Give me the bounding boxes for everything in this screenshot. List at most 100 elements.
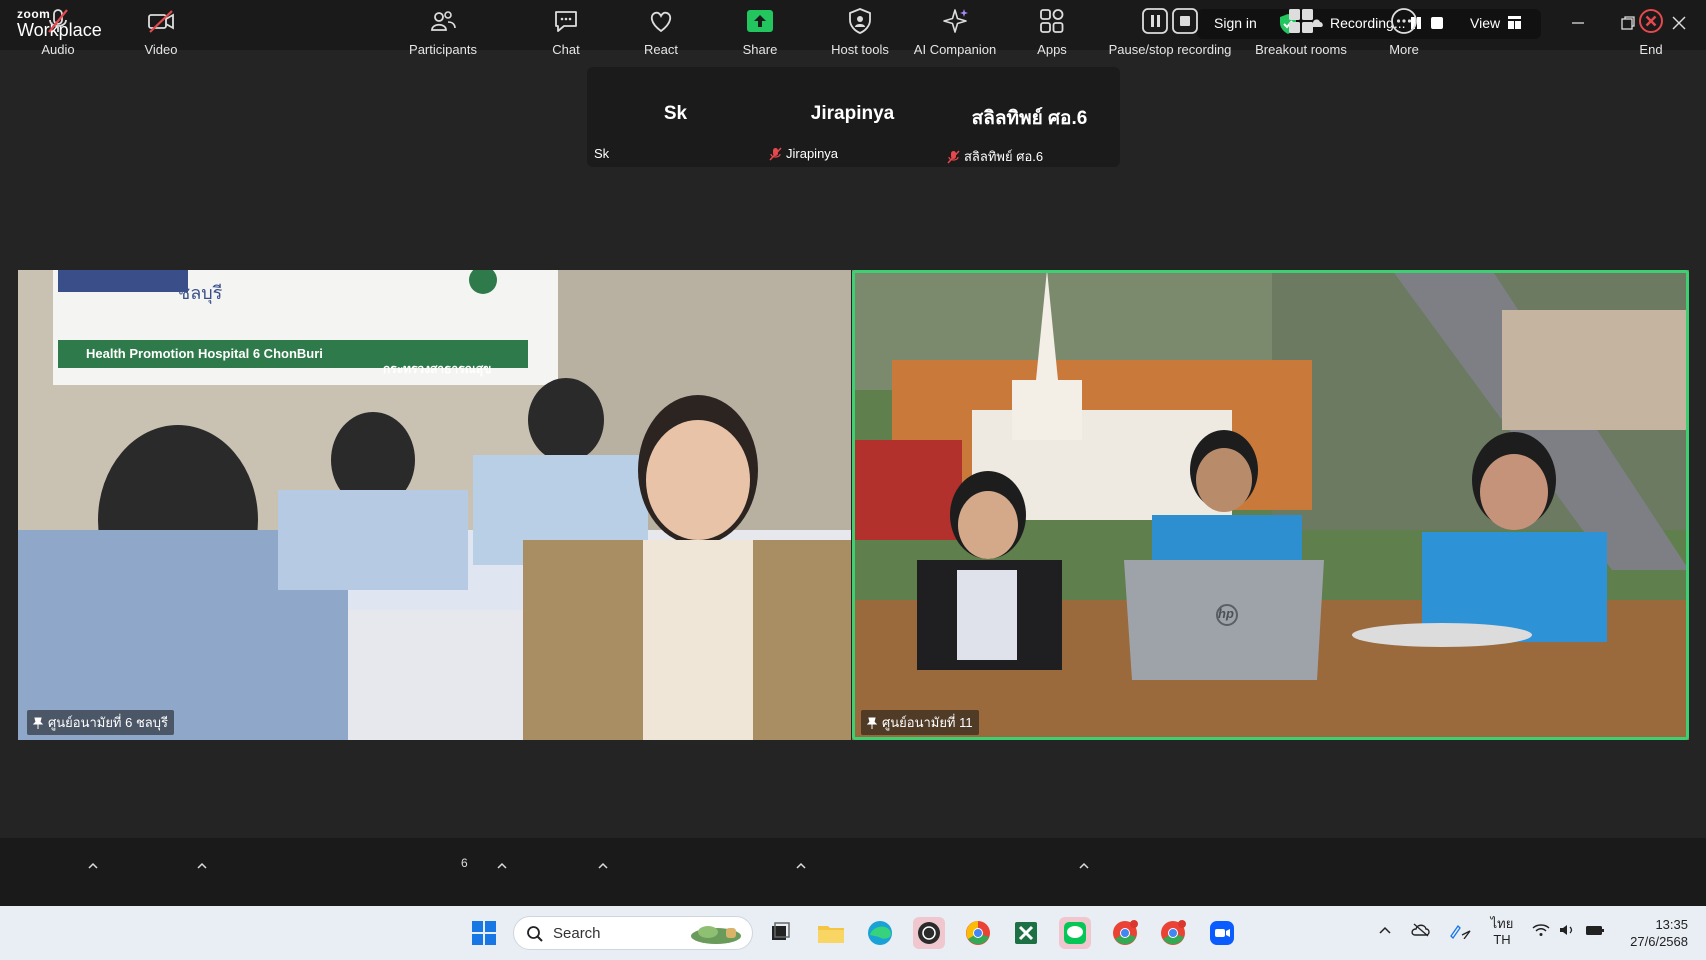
windows-start-icon[interactable] bbox=[468, 917, 500, 949]
more-icon bbox=[1391, 8, 1417, 34]
gallery-view-icon[interactable] bbox=[1508, 16, 1521, 29]
breakout-rooms-label: Breakout rooms bbox=[1255, 42, 1347, 57]
participant-name-label: Sk bbox=[594, 146, 609, 161]
search-icon bbox=[527, 926, 543, 942]
participant-name-label: สลิลทิพย์ ศอ.6 bbox=[947, 146, 1043, 167]
end-label: End bbox=[1639, 42, 1663, 57]
banner-right-text: กระทรวงสาธารณสุข bbox=[383, 362, 492, 376]
end-meeting-icon bbox=[1639, 9, 1663, 33]
chat-button[interactable]: Chat bbox=[546, 2, 586, 66]
video-name-label: ศูนย์อนามัยที่ 6 ชลบุรี bbox=[27, 710, 174, 735]
chat-bubble-icon bbox=[555, 11, 577, 32]
host-tools-label: Host tools bbox=[831, 42, 889, 57]
pause-stop-recording-icon bbox=[1142, 8, 1198, 34]
more-label: More bbox=[1389, 42, 1419, 57]
video-label-text: ศูนย์อนามัยที่ 11 bbox=[882, 715, 973, 730]
participant-strip: Sk Sk Jirapinya สลิลทิพย์ ศอ.6 Jirapinya… bbox=[587, 67, 1120, 167]
audio-label: Audio bbox=[41, 42, 75, 57]
chrome-profile-icon[interactable] bbox=[1109, 917, 1141, 949]
react-label: React bbox=[644, 42, 678, 57]
aerial-temple-background-video bbox=[852, 270, 1689, 740]
file-explorer-icon[interactable] bbox=[815, 917, 847, 949]
participant-display-name: สลิลทิพย์ ศอ.6 bbox=[971, 108, 1088, 129]
share-label: Share bbox=[742, 42, 778, 57]
participants-count: 6 bbox=[461, 856, 468, 870]
video-label: Video bbox=[144, 42, 178, 57]
react-button[interactable]: React bbox=[641, 2, 681, 66]
audio-button[interactable]: Audio bbox=[38, 2, 78, 66]
share-screen-icon bbox=[747, 10, 773, 32]
obs-app-icon[interactable] bbox=[913, 917, 945, 949]
banner-title: Health Promotion Hospital 6 ChonBuri bbox=[86, 346, 323, 361]
excel-icon[interactable] bbox=[1010, 917, 1042, 949]
pause-stop-recording-button[interactable]: Pause/stop recording bbox=[1100, 2, 1240, 66]
share-options-chevron-icon[interactable] bbox=[795, 858, 807, 869]
host-tools-shield-icon bbox=[849, 8, 871, 34]
search-highlight-decoration-icon bbox=[691, 926, 741, 944]
zoom-app-icon[interactable] bbox=[1206, 917, 1238, 949]
line-app-icon[interactable] bbox=[1059, 917, 1091, 949]
onedrive-icon[interactable] bbox=[1411, 923, 1431, 940]
muted-mic-icon bbox=[947, 149, 960, 164]
participant-name-label: Jirapinya bbox=[769, 146, 838, 161]
apps-label: Apps bbox=[1037, 42, 1067, 57]
meeting-toolbar bbox=[0, 838, 1706, 906]
chat-options-chevron-icon[interactable] bbox=[597, 858, 609, 869]
stop-recording-icon[interactable] bbox=[1430, 16, 1444, 30]
pin-icon bbox=[867, 717, 877, 729]
host-tools-button[interactable]: Host tools bbox=[824, 2, 896, 66]
battery-icon[interactable] bbox=[1585, 923, 1605, 940]
minimize-window-icon[interactable] bbox=[1567, 12, 1589, 34]
pause-stop-recording-label: Pause/stop recording bbox=[1108, 42, 1232, 57]
taskbar-search[interactable]: Search bbox=[513, 916, 753, 950]
participants-options-chevron-icon[interactable] bbox=[496, 858, 508, 869]
windows-taskbar: Search ไทย TH 13:35 27/6/2568 bbox=[0, 906, 1706, 960]
breakout-rooms-button[interactable]: Breakout rooms bbox=[1250, 2, 1352, 66]
view-button[interactable]: View bbox=[1470, 15, 1500, 31]
language-script-label: ไทย bbox=[1490, 916, 1514, 931]
apps-options-chevron-icon[interactable] bbox=[1078, 858, 1090, 869]
pen-input-icon[interactable] bbox=[1448, 923, 1472, 942]
video-options-chevron-icon[interactable] bbox=[196, 858, 208, 869]
video-tile-right[interactable]: hp ศูนย์อนามัยที่ 11 bbox=[852, 270, 1689, 740]
more-button[interactable]: More bbox=[1384, 2, 1424, 66]
participant-display-name: Sk bbox=[663, 103, 688, 124]
audio-options-chevron-icon[interactable] bbox=[87, 858, 99, 869]
input-language-indicator[interactable]: ไทย TH bbox=[1490, 916, 1514, 948]
wifi-icon[interactable] bbox=[1532, 923, 1550, 940]
share-button[interactable]: Share bbox=[740, 2, 780, 66]
task-view-icon[interactable] bbox=[764, 917, 796, 949]
chat-label: Chat bbox=[552, 42, 580, 57]
clock-date: 27/6/2568 bbox=[1630, 934, 1688, 949]
show-hidden-icons-chevron-icon[interactable] bbox=[1378, 923, 1392, 938]
clock-time: 13:35 bbox=[1655, 917, 1688, 932]
language-code-label: TH bbox=[1493, 932, 1511, 947]
participant-label-text: Sk bbox=[594, 146, 610, 161]
system-clock[interactable]: 13:35 27/6/2568 bbox=[1624, 916, 1688, 950]
ai-companion-button[interactable]: AI Companion bbox=[910, 2, 1000, 66]
pin-icon bbox=[33, 717, 43, 729]
breakout-rooms-icon bbox=[1289, 9, 1313, 33]
laptop-logo-text: hp bbox=[1218, 606, 1234, 621]
participants-button[interactable]: Participants bbox=[405, 2, 481, 66]
muted-mic-icon bbox=[769, 146, 782, 161]
close-window-icon[interactable] bbox=[1668, 12, 1690, 34]
muted-microphone-icon bbox=[48, 9, 68, 33]
participant-tile[interactable]: Sk Sk bbox=[587, 67, 764, 167]
banner-top-text: ชลบุรี bbox=[178, 283, 223, 303]
volume-icon[interactable] bbox=[1558, 923, 1576, 940]
video-tile-left[interactable]: Health Promotion Hospital 6 ChonBuri กระ… bbox=[18, 270, 851, 740]
apps-icon bbox=[1040, 9, 1064, 33]
end-meeting-button[interactable]: End bbox=[1631, 2, 1671, 66]
chrome-profile-icon[interactable] bbox=[1157, 917, 1189, 949]
heart-icon bbox=[650, 11, 672, 33]
ai-companion-label: AI Companion bbox=[913, 42, 997, 57]
chrome-browser-icon[interactable] bbox=[962, 917, 994, 949]
apps-button[interactable]: Apps bbox=[1032, 2, 1072, 66]
ai-sparkle-icon bbox=[943, 9, 968, 33]
participants-label: Participants bbox=[409, 42, 477, 57]
participant-display-name: Jirapinya bbox=[810, 103, 895, 124]
video-button[interactable]: Video bbox=[141, 2, 181, 66]
edge-browser-icon[interactable] bbox=[864, 917, 896, 949]
participants-icon bbox=[431, 11, 456, 31]
